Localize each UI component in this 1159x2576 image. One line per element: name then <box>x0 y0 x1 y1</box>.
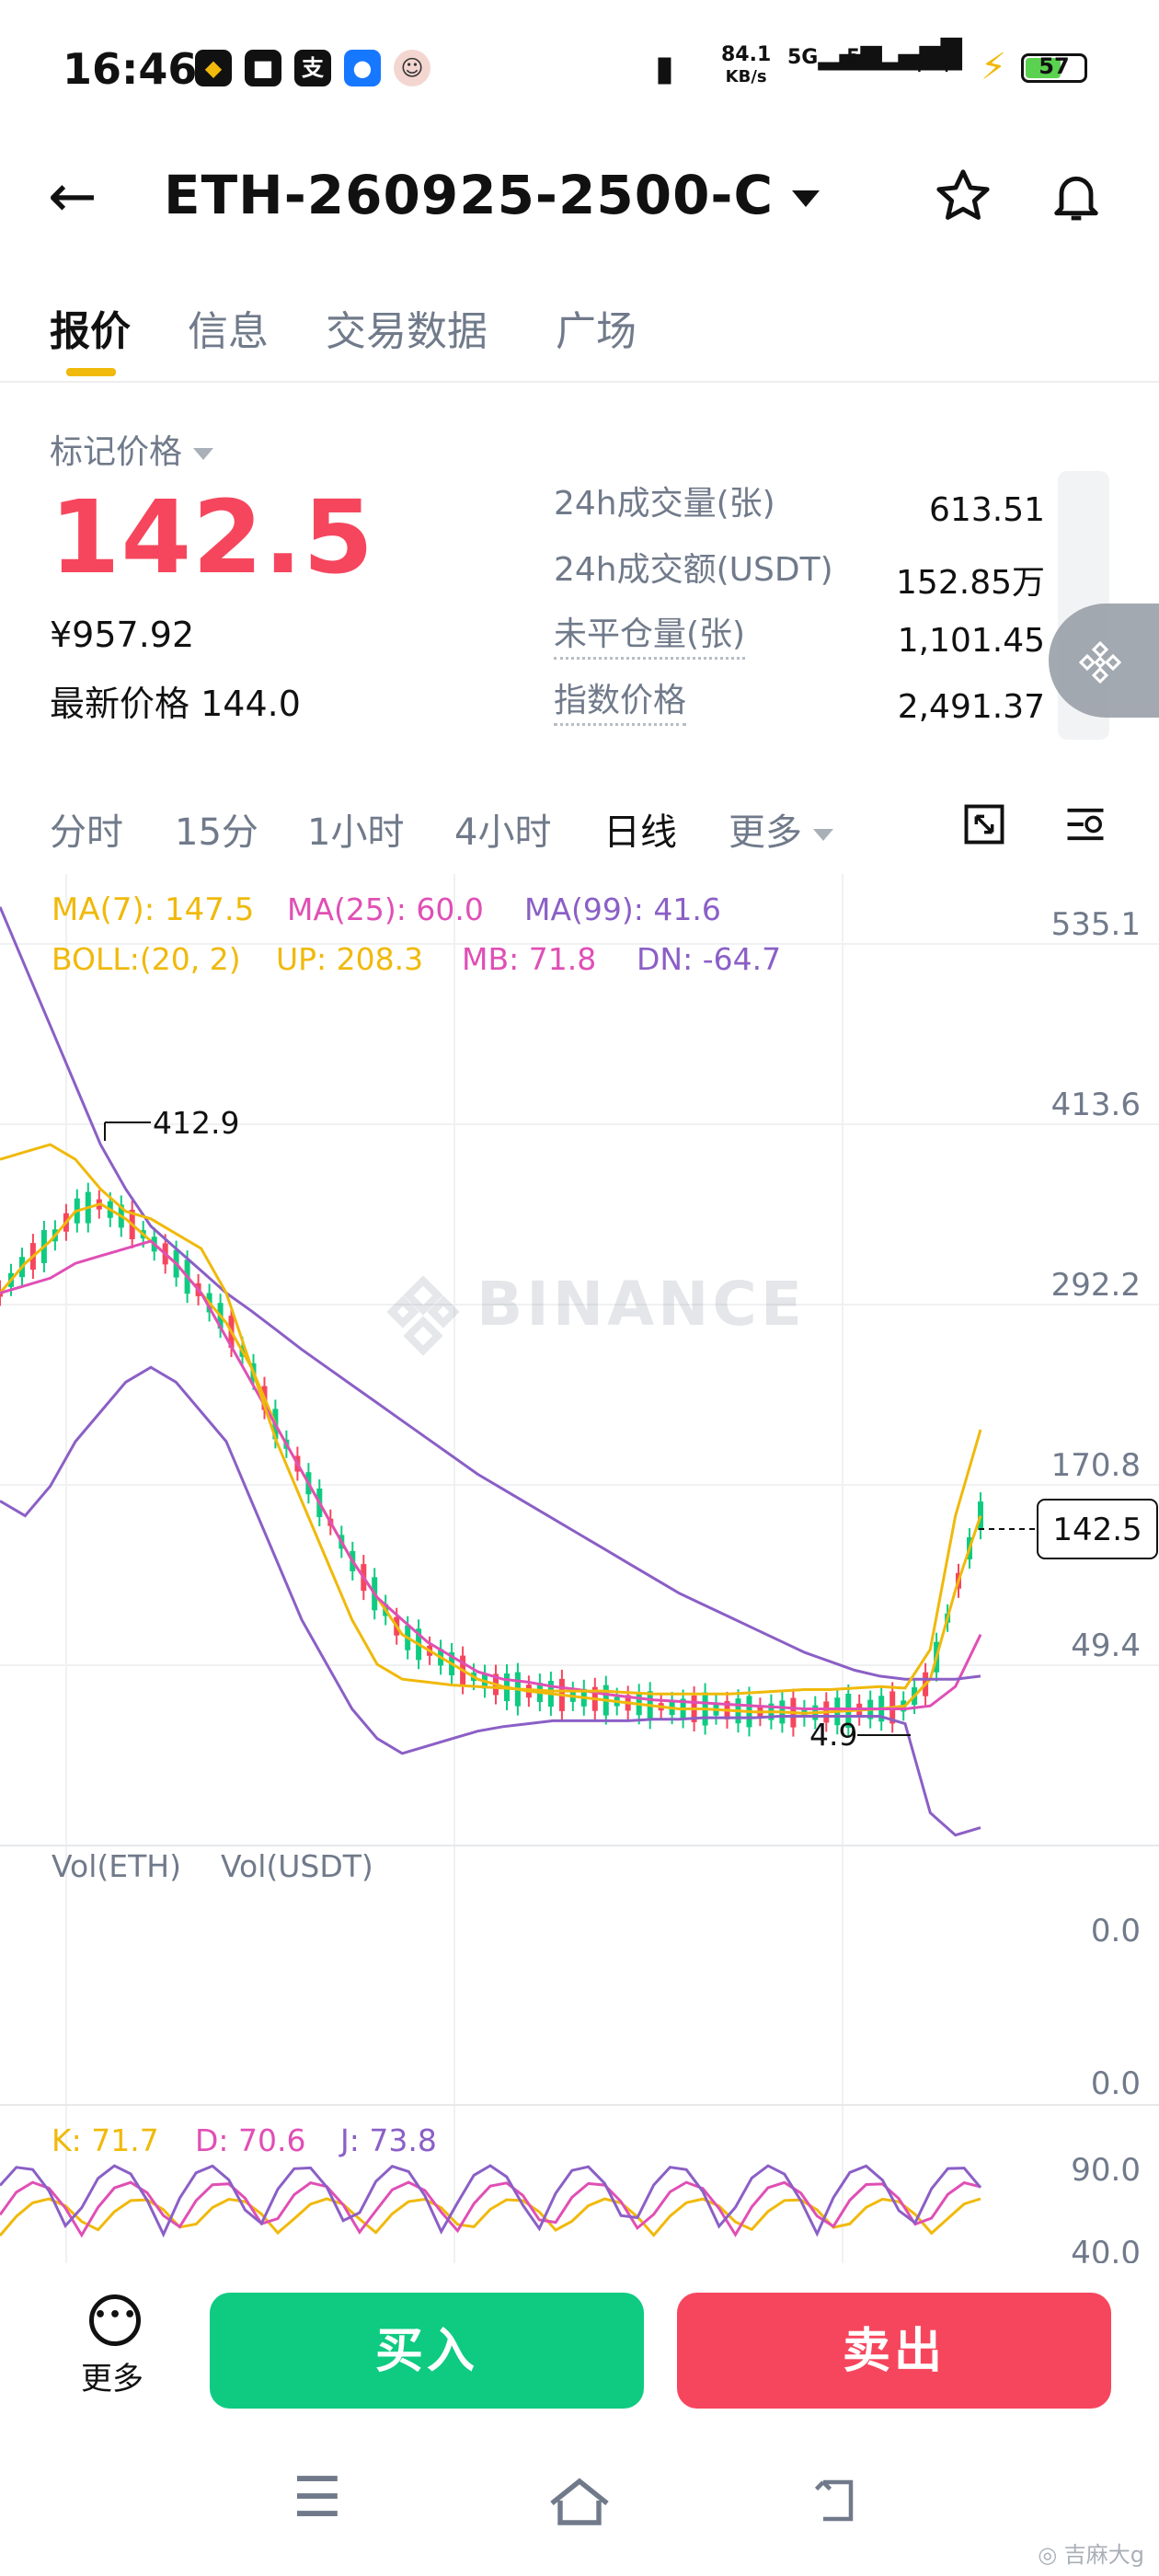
price-axis-label: 413.6 <box>1051 1087 1141 1123</box>
symbol-title: ETH-260925-2500-C <box>164 164 775 226</box>
chevron-down-icon <box>813 828 833 841</box>
more-button[interactable]: ••• 更多 <box>81 2294 147 2398</box>
battery-icon: 57 <box>1021 53 1087 83</box>
more-dots-icon: ••• <box>89 2294 141 2346</box>
status-bar: 16:46 ◆ ■ 支 ● ☺ ▮ 84.1 KB/s 5G▂▄▆ 5G▂▄▆█… <box>0 0 1159 138</box>
indicator-lines <box>0 906 982 1837</box>
legend-boll-dn: DN: -64.7 <box>637 941 781 977</box>
binance-logo-icon <box>1078 640 1122 684</box>
kdj-d-label: D: 70.6 <box>195 2122 306 2158</box>
stat-label-index-price[interactable]: 指数价格 <box>554 673 687 726</box>
app-notification-icon: ■ <box>245 50 281 86</box>
buy-button[interactable]: 买入 <box>210 2293 644 2409</box>
price-axis-label: 49.4 <box>1071 1627 1141 1664</box>
vol-eth-label: Vol(ETH) <box>52 1848 181 1884</box>
binance-app-icon: ◆ <box>195 50 232 86</box>
alipay-icon: 支 <box>294 50 331 86</box>
kline-chart-svg: BINANCE MA(7): 147.5 MA(25): 60.0 MA(99)… <box>0 874 1159 2271</box>
sell-button[interactable]: 卖出 <box>677 2293 1111 2409</box>
high-price-label: 412.9 <box>153 1105 239 1141</box>
price-axis-label: 170.8 <box>1051 1447 1141 1484</box>
kdj-axis-label: 90.0 <box>1071 2152 1141 2189</box>
interval-time[interactable]: 分时 <box>50 802 123 856</box>
kdj-axis-label: 40.0 <box>1071 2235 1141 2263</box>
stat-value-open-interest: 1,101.45 <box>897 622 1045 660</box>
kline-chart[interactable]: BINANCE MA(7): 147.5 MA(25): 60.0 MA(99)… <box>0 874 1159 2271</box>
interval-1d[interactable]: 日线 <box>603 802 677 856</box>
tab-quote[interactable]: 报价 <box>50 298 131 357</box>
kdj-lines <box>0 2164 982 2238</box>
message-app-icon: ● <box>344 50 381 86</box>
kdj-j-label: J: 73.8 <box>339 2122 437 2158</box>
chevron-down-icon <box>193 447 214 460</box>
legend-boll-mb: MB: 71.8 <box>462 941 596 977</box>
legend-ma25: MA(25): 60.0 <box>287 891 484 927</box>
legend-ma7: MA(7): 147.5 <box>52 891 254 928</box>
floating-binance-button[interactable] <box>1049 604 1159 718</box>
price-axis-label: 292.2 <box>1051 1267 1141 1304</box>
kdj-line <box>0 2197 981 2237</box>
credit-watermark: ◎ 吉麻大g <box>1038 2542 1144 2568</box>
symbol-selector[interactable]: ETH-260925-2500-C <box>164 164 820 226</box>
charging-icon: ⚡ <box>981 46 1007 88</box>
tab-bar: 报价 信息 交易数据 广场 <box>0 282 1159 383</box>
current-price-label: 142.5 <box>1052 1512 1142 1548</box>
price-axis-label: 535.1 <box>1051 906 1141 943</box>
interval-15m[interactable]: 15分 <box>175 802 258 856</box>
vibrate-icon: ▮ <box>655 48 674 88</box>
series-line-dn <box>0 1365 981 1837</box>
interval-more[interactable]: 更多 <box>729 802 833 856</box>
candlesticks <box>0 1182 983 1737</box>
mark-price-selector[interactable]: 标记价格 <box>50 425 214 473</box>
legend-ma99: MA(99): 41.6 <box>524 891 721 927</box>
low-price-label: 4.9 <box>809 1717 857 1753</box>
interval-1h[interactable]: 1小时 <box>307 802 404 856</box>
stat-label-open-interest[interactable]: 未平仓量(张) <box>554 607 746 660</box>
net-speed: 84.1 KB/s <box>721 43 772 87</box>
tab-info[interactable]: 信息 <box>188 298 269 357</box>
chevron-down-icon <box>792 190 820 207</box>
tab-active-indicator <box>66 368 116 376</box>
wifi-icon: ◠ <box>916 46 950 91</box>
tab-square[interactable]: 广场 <box>556 298 637 357</box>
stat-label-volume: 24h成交量(张) <box>554 485 775 523</box>
stat-value-volume: 613.51 <box>929 491 1045 529</box>
vol-axis-label: 0.0 <box>1091 1913 1141 1949</box>
tab-trading-data[interactable]: 交易数据 <box>326 298 488 357</box>
last-price: 最新价格 144.0 <box>50 684 301 724</box>
stat-value-index-price: 2,491.37 <box>897 688 1045 726</box>
system-nav-bar: ☰ <box>0 2466 1159 2576</box>
chart-settings-icon[interactable] <box>1060 800 1111 852</box>
legend-boll-up: UP: 208.3 <box>276 941 423 977</box>
price-alert-bell-icon[interactable] <box>1047 166 1106 230</box>
status-time: 16:46 <box>63 44 198 94</box>
home-icon[interactable] <box>546 2473 613 2532</box>
series-line-up <box>0 1143 982 1696</box>
stat-value-turnover: 152.85万 <box>896 564 1045 602</box>
avatar-notification-icon: ☺ <box>394 50 430 86</box>
back-nav-icon[interactable] <box>809 2473 865 2532</box>
vol-axis-label: 0.0 <box>1091 2065 1141 2102</box>
interval-bar: 分时 15分 1小时 4小时 日线 更多 <box>0 788 1159 861</box>
favorite-star-icon[interactable] <box>933 166 993 230</box>
interval-4h[interactable]: 4小时 <box>454 802 551 856</box>
watermark-text: BINANCE <box>476 1269 806 1340</box>
menu-icon[interactable]: ☰ <box>293 2466 342 2530</box>
back-arrow-icon[interactable]: ← <box>48 167 98 226</box>
cny-price: ¥957.92 <box>50 615 195 655</box>
legend-boll: BOLL:(20, 2) <box>52 941 241 977</box>
vol-usdt-label: Vol(USDT) <box>221 1848 373 1884</box>
kdj-k-label: K: 71.7 <box>52 2122 159 2158</box>
stat-label-turnover: 24h成交额(USDT) <box>554 551 833 589</box>
mark-price: 142.5 <box>50 478 374 596</box>
fullscreen-icon[interactable] <box>960 800 1008 852</box>
